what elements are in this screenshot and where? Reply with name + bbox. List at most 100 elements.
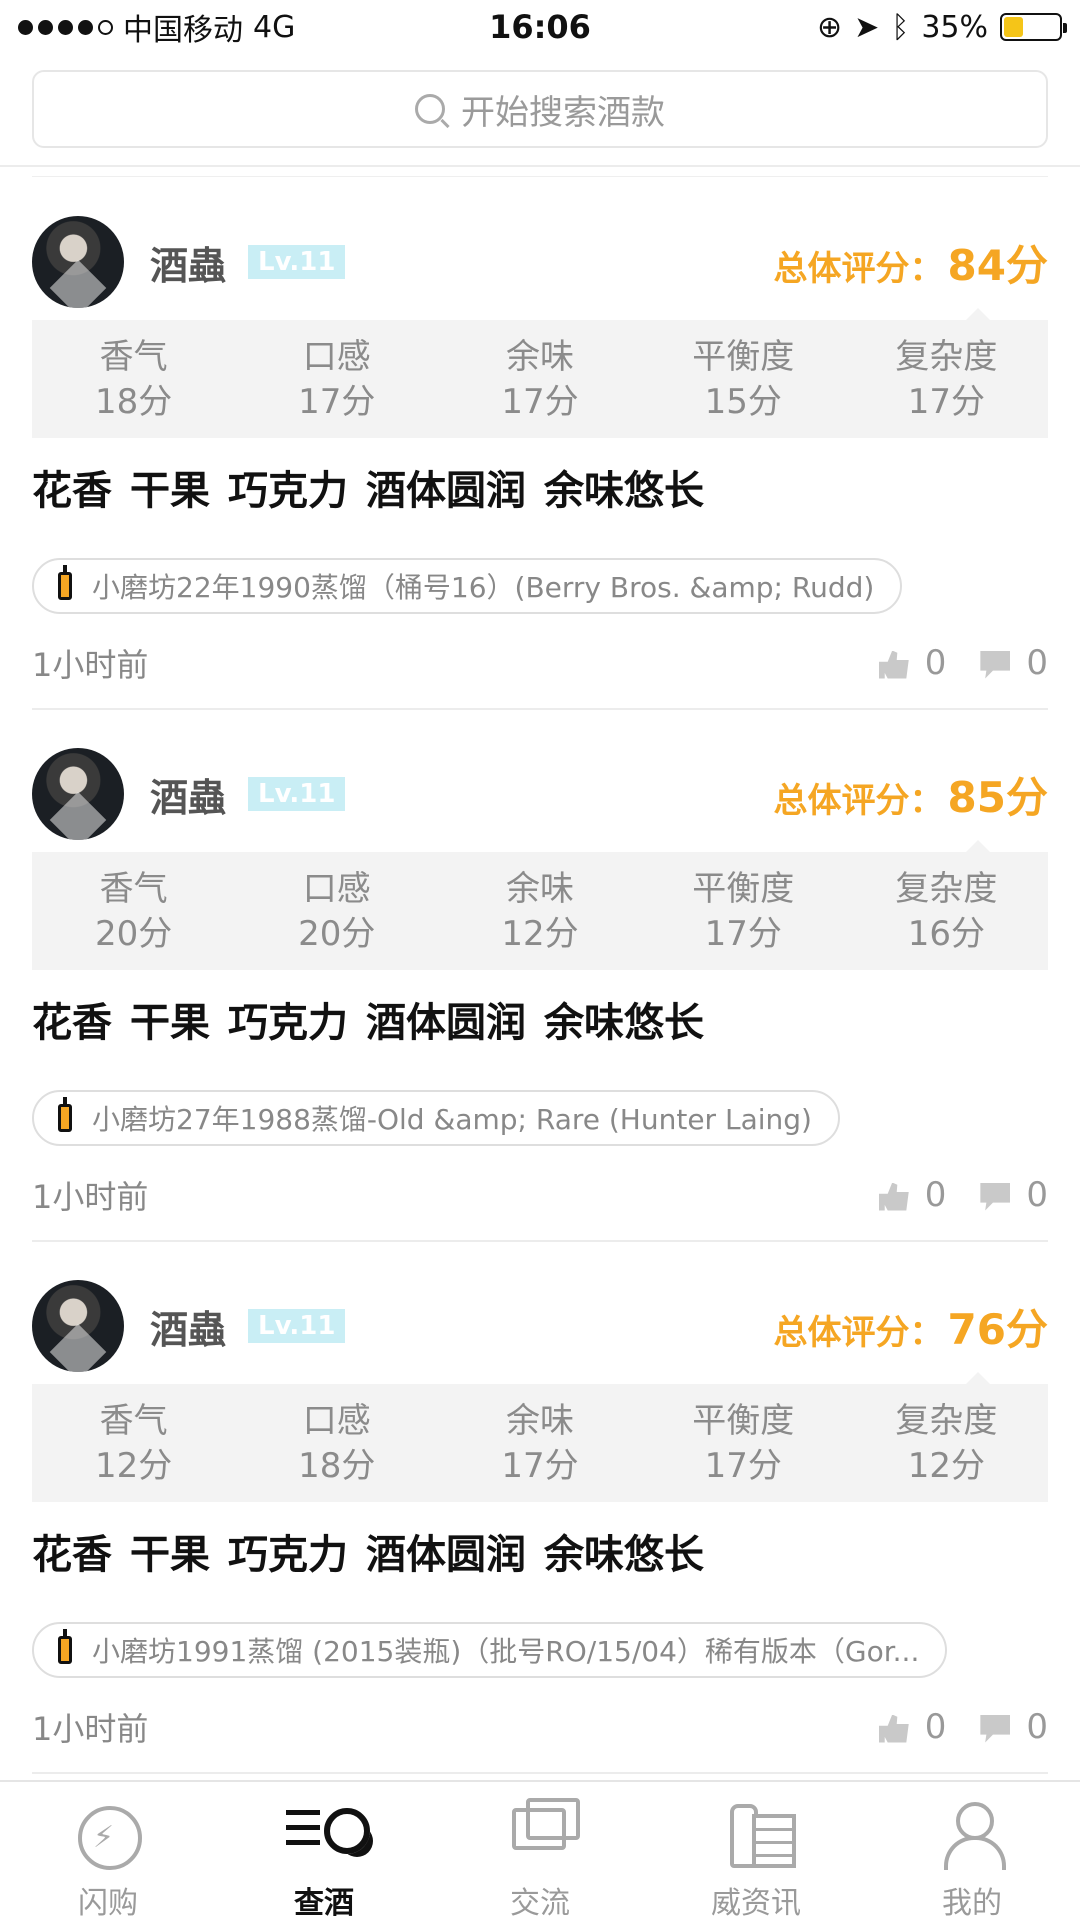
score-breakdown: 香气 18分 口感 17分 余味 17分 平衡度 15分 复杂度 17分 xyxy=(32,308,1048,438)
network-type: 4G xyxy=(253,9,296,45)
tasting-tag: 余味悠长 xyxy=(544,1532,704,1578)
overall-score-label: 总体评分： xyxy=(773,1312,944,1353)
score-item: 复杂度 16分 xyxy=(845,852,1048,970)
tab-chat[interactable]: 交流 xyxy=(432,1782,648,1920)
like-button[interactable]: 0 xyxy=(878,1175,946,1215)
score-value: 20分 xyxy=(298,914,376,954)
search-bar[interactable]: 开始搜索酒款 xyxy=(32,70,1048,148)
status-left: 中国移动 4G xyxy=(18,5,438,49)
product-link[interactable]: 小磨坊1991蒸馏 (2015装瓶)（批号RO/15/04）稀有版本（Gor..… xyxy=(32,1622,948,1678)
tasting-tag: 余味悠长 xyxy=(544,468,704,514)
score-label: 口感 xyxy=(302,1401,371,1441)
review-card[interactable]: 酒蟲 Lv.11 总体评分：76分 香气 12分 口感 18分 余味 17分 平衡度 1… xyxy=(32,1242,1048,1774)
tasting-tag: 酒体圆润 xyxy=(366,1532,526,1578)
tasting-tags: 花香 干果 巧克力 酒体圆润 余味悠长 xyxy=(32,990,704,1048)
tasting-tag: 巧克力 xyxy=(228,1532,348,1578)
score-item: 口感 17分 xyxy=(235,320,438,438)
avatar[interactable] xyxy=(32,216,124,308)
score-value: 15分 xyxy=(704,382,782,422)
product-link[interactable]: 小磨坊22年1990蒸馏（桶号16）(Berry Bros. &amp; Rud… xyxy=(32,558,903,614)
bottle-icon xyxy=(58,1097,72,1132)
product-name: 小磨坊22年1990蒸馏（桶号16）(Berry Bros. &amp; Rud… xyxy=(92,571,875,604)
bottle-icon xyxy=(58,1629,72,1664)
score-item: 复杂度 17分 xyxy=(845,320,1048,438)
tasting-tag: 花香 xyxy=(32,1532,112,1578)
like-count: 0 xyxy=(924,1707,947,1747)
tab-label: 闪购 xyxy=(78,1886,138,1920)
score-label: 复杂度 xyxy=(895,337,998,377)
score-value: 16分 xyxy=(907,914,986,954)
avatar[interactable] xyxy=(32,1280,124,1372)
score-label: 口感 xyxy=(302,869,371,909)
avatar[interactable] xyxy=(32,748,124,840)
like-button[interactable]: 0 xyxy=(878,643,946,683)
tab-profile[interactable]: 我的 xyxy=(864,1782,1080,1920)
score-value: 12分 xyxy=(907,1446,986,1486)
battery-icon xyxy=(1000,13,1067,41)
score-label: 平衡度 xyxy=(692,869,795,909)
score-item: 口感 18分 xyxy=(235,1384,438,1502)
comment-button[interactable]: 0 xyxy=(980,643,1048,683)
header-divider-secondary xyxy=(32,176,1048,177)
score-label: 香气 xyxy=(99,1401,168,1441)
level-badge: Lv.11 xyxy=(248,1309,346,1343)
score-item: 余味 12分 xyxy=(438,852,641,970)
tasting-tag: 花香 xyxy=(32,1000,112,1046)
carrier: 中国移动 xyxy=(123,13,243,48)
review-card[interactable]: 酒蟲 Lv.11 总体评分：84分 香气 18分 口感 17分 余味 17分 平衡度 1… xyxy=(32,178,1048,710)
bottom-tab-bar: 闪购 查酒 交流 威资讯 我的 xyxy=(0,1780,1080,1920)
status-time: 16:06 xyxy=(489,8,591,46)
comment-icon xyxy=(980,1714,1011,1743)
score-item: 香气 18分 xyxy=(32,320,235,438)
search-icon xyxy=(415,94,445,124)
overall-score-value: 76分 xyxy=(947,1304,1048,1354)
comment-count: 0 xyxy=(1026,643,1048,683)
tab-flash-sale[interactable]: 闪购 xyxy=(0,1782,216,1920)
username[interactable]: 酒蟲 xyxy=(150,767,226,822)
tasting-tag: 干果 xyxy=(130,468,210,514)
comment-button[interactable]: 0 xyxy=(980,1175,1048,1215)
product-name: 小磨坊1991蒸馏 (2015装瓶)（批号RO/15/04）稀有版本（Gor..… xyxy=(92,1635,920,1668)
comment-button[interactable]: 0 xyxy=(980,1707,1048,1747)
overall-score-label: 总体评分： xyxy=(773,780,944,821)
review-time: 1小时前 xyxy=(32,646,149,684)
tab-news[interactable]: 威资讯 xyxy=(648,1782,864,1920)
product-link[interactable]: 小磨坊27年1988蒸馏-Old &amp; Rare (Hunter Lain… xyxy=(32,1090,840,1146)
score-label: 香气 xyxy=(99,869,168,909)
tasting-tag: 余味悠长 xyxy=(544,1000,704,1046)
comment-count: 0 xyxy=(1026,1175,1048,1215)
score-breakdown: 香气 20分 口感 20分 余味 12分 平衡度 17分 复杂度 16分 xyxy=(32,840,1048,970)
review-card[interactable]: 酒蟲 Lv.11 总体评分：85分 香气 20分 口感 20分 余味 12分 平衡度 1… xyxy=(32,710,1048,1242)
score-value: 17分 xyxy=(501,382,579,422)
score-label: 平衡度 xyxy=(692,337,795,377)
score-item: 余味 17分 xyxy=(438,320,641,438)
score-item: 香气 12分 xyxy=(32,1384,235,1502)
review-meta: 1小时前 0 0 xyxy=(32,1172,1048,1218)
overall-score-value: 85分 xyxy=(947,772,1048,822)
score-item: 口感 20分 xyxy=(235,852,438,970)
username[interactable]: 酒蟲 xyxy=(150,1299,226,1354)
profile-icon xyxy=(932,1794,1012,1872)
tasting-tag: 干果 xyxy=(130,1532,210,1578)
overall-score-label: 总体评分： xyxy=(773,248,944,289)
like-button[interactable]: 0 xyxy=(878,1707,947,1747)
score-item: 平衡度 15分 xyxy=(642,320,845,438)
score-value: 17分 xyxy=(704,914,782,954)
score-value: 20分 xyxy=(94,914,173,954)
tab-search-wine[interactable]: 查酒 xyxy=(216,1782,432,1920)
comment-icon xyxy=(980,1182,1011,1211)
location-icon: ➤ xyxy=(854,9,880,45)
signal-dot xyxy=(78,19,93,35)
score-value: 17分 xyxy=(704,1446,782,1486)
tab-label: 威资讯 xyxy=(711,1886,801,1920)
tasting-tag: 花香 xyxy=(32,468,112,514)
username[interactable]: 酒蟲 xyxy=(150,235,226,290)
search-placeholder: 开始搜索酒款 xyxy=(461,92,665,133)
tasting-tags: 花香 干果 巧克力 酒体圆润 余味悠长 xyxy=(32,458,704,516)
review-actions: 0 0 xyxy=(878,1175,1048,1215)
tab-label: 查酒 xyxy=(294,1886,354,1920)
bluetooth-icon: ᛒ xyxy=(891,9,910,45)
signal-dot xyxy=(38,19,53,35)
score-item: 余味 17分 xyxy=(438,1384,641,1502)
comment-count: 0 xyxy=(1026,1707,1048,1747)
